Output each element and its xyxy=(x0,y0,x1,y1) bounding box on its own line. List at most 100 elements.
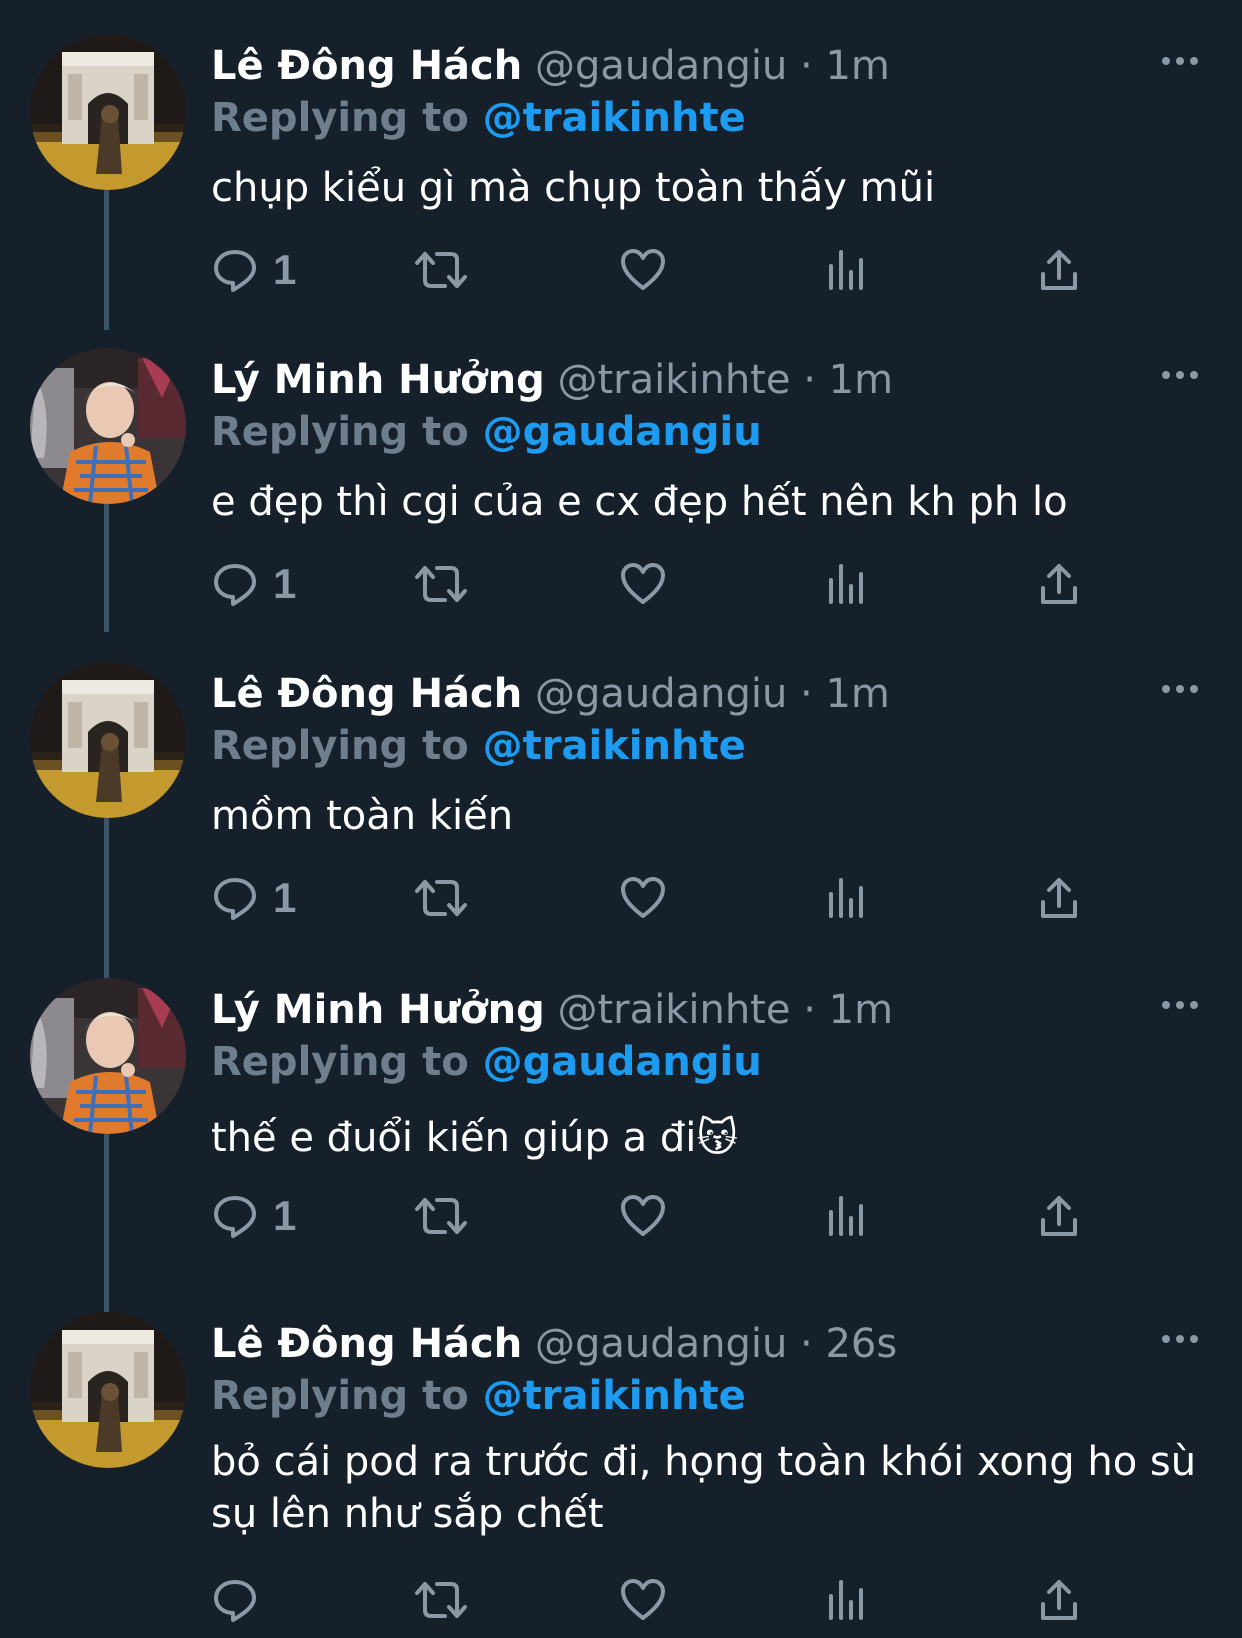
retweet-icon xyxy=(415,566,467,602)
avatar[interactable] xyxy=(30,34,186,190)
user-handle[interactable]: @gaudangiu xyxy=(535,1321,787,1367)
person-orange-jacket-photo xyxy=(30,978,186,1134)
more-horizontal-icon[interactable] xyxy=(1158,674,1202,704)
mention-link[interactable]: @traikinhte xyxy=(483,1373,746,1419)
replying-to: Replying to @traikinhte xyxy=(211,720,746,772)
retweet-icon xyxy=(415,880,467,916)
share-upload-icon xyxy=(1041,1196,1077,1236)
retweet-button[interactable] xyxy=(413,554,469,614)
tweet-text: chụp kiểu gì mà chụp toàn thấy mũi xyxy=(211,165,936,211)
views-button[interactable] xyxy=(827,554,867,614)
timestamp[interactable]: 1m xyxy=(825,43,889,89)
user-handle[interactable]: @traikinhte xyxy=(557,357,790,403)
heart-icon xyxy=(621,877,665,918)
tweet-text: e đẹp thì cgi của e cx đẹp hết nên kh ph… xyxy=(211,479,1068,525)
more-horizontal-icon[interactable] xyxy=(1158,990,1202,1020)
tweet-header: Lê Đông Hách @gaudangiu · 1m xyxy=(211,668,890,720)
retweet-button[interactable] xyxy=(413,1570,469,1630)
tweet[interactable]: Lê Đông Hách @gaudangiu · 1m Replying to… xyxy=(0,34,1242,324)
reply-button[interactable]: 1 xyxy=(211,240,296,300)
like-button[interactable] xyxy=(619,554,667,614)
retweet-button[interactable] xyxy=(413,240,469,300)
tweet-text: bỏ cái pod ra trước đi, họng toàn khói x… xyxy=(211,1439,1197,1537)
views-button[interactable] xyxy=(827,868,867,928)
share-button[interactable] xyxy=(1037,868,1081,928)
bar-chart-icon xyxy=(829,878,863,918)
views-button[interactable] xyxy=(827,1186,867,1246)
retweet-icon xyxy=(415,252,467,288)
arch-night-photo xyxy=(30,1312,186,1468)
user-handle[interactable]: @gaudangiu xyxy=(535,43,787,89)
bar-chart-icon xyxy=(829,564,863,604)
retweet-icon xyxy=(415,1198,467,1234)
action-bar xyxy=(211,1570,1091,1630)
share-button[interactable] xyxy=(1037,1570,1081,1630)
share-button[interactable] xyxy=(1037,240,1081,300)
replying-to-label: Replying to xyxy=(211,1039,469,1085)
timestamp[interactable]: 1m xyxy=(829,987,893,1033)
display-name[interactable]: Lý Minh Hưởng xyxy=(211,987,545,1033)
separator-dot: · xyxy=(800,671,813,717)
reply-button[interactable]: 1 xyxy=(211,1186,296,1246)
avatar[interactable] xyxy=(30,348,186,504)
display-name[interactable]: Lê Đông Hách xyxy=(211,1321,522,1367)
mention-link[interactable]: @traikinhte xyxy=(483,95,746,141)
person-orange-jacket-photo xyxy=(30,348,186,504)
replying-to: Replying to @traikinhte xyxy=(211,1370,746,1422)
timestamp[interactable]: 26s xyxy=(825,1321,897,1367)
display-name[interactable]: Lê Đông Hách xyxy=(211,671,522,717)
views-button[interactable] xyxy=(827,1570,867,1630)
retweet-button[interactable] xyxy=(413,868,469,928)
separator-dot: · xyxy=(800,43,813,89)
bar-chart-icon xyxy=(829,250,863,290)
reply-bubble-icon xyxy=(214,564,256,606)
more-horizontal-icon[interactable] xyxy=(1158,46,1202,76)
reply-bubble-icon xyxy=(214,878,256,920)
replying-to-label: Replying to xyxy=(211,1373,469,1419)
tweet[interactable]: Lý Minh Hưởng @traikinhte · 1m Replying … xyxy=(0,348,1242,638)
views-button[interactable] xyxy=(827,240,867,300)
mention-link[interactable]: @gaudangiu xyxy=(483,1039,762,1085)
tweet[interactable]: Lý Minh Hưởng @traikinhte · 1m Replying … xyxy=(0,978,1242,1278)
timestamp[interactable]: 1m xyxy=(825,671,889,717)
arch-night-photo xyxy=(30,34,186,190)
share-upload-icon xyxy=(1041,878,1077,918)
avatar[interactable] xyxy=(30,662,186,818)
more-horizontal-icon[interactable] xyxy=(1158,360,1202,390)
mention-link[interactable]: @traikinhte xyxy=(483,723,746,769)
mention-link[interactable]: @gaudangiu xyxy=(483,409,762,455)
retweet-button[interactable] xyxy=(413,1186,469,1246)
avatar[interactable] xyxy=(30,1312,186,1468)
timestamp[interactable]: 1m xyxy=(829,357,893,403)
like-button[interactable] xyxy=(619,868,667,928)
share-upload-icon xyxy=(1041,564,1077,604)
like-button[interactable] xyxy=(619,1570,667,1630)
reply-button[interactable] xyxy=(211,1570,273,1630)
action-bar: 1 xyxy=(211,554,1091,614)
reply-button[interactable]: 1 xyxy=(211,554,296,614)
separator-dot: · xyxy=(800,1321,813,1367)
separator-dot: · xyxy=(803,987,816,1033)
replying-to-label: Replying to xyxy=(211,409,469,455)
action-bar: 1 xyxy=(211,1186,1091,1246)
reply-count: 1 xyxy=(273,560,297,607)
replying-to-label: Replying to xyxy=(211,723,469,769)
user-handle[interactable]: @traikinhte xyxy=(557,987,790,1033)
reply-count: 1 xyxy=(273,874,297,921)
like-button[interactable] xyxy=(619,1186,667,1246)
like-button[interactable] xyxy=(619,240,667,300)
share-button[interactable] xyxy=(1037,1186,1081,1246)
share-button[interactable] xyxy=(1037,554,1081,614)
share-upload-icon xyxy=(1041,250,1077,290)
action-bar: 1 xyxy=(211,240,1091,300)
display-name[interactable]: Lê Đông Hách xyxy=(211,43,522,89)
action-bar: 1 xyxy=(211,868,1091,928)
tweet[interactable]: Lê Đông Hách @gaudangiu · 1m Replying to… xyxy=(0,662,1242,952)
tweet[interactable]: Lê Đông Hách @gaudangiu · 26s Replying t… xyxy=(0,1312,1242,1638)
replying-to-label: Replying to xyxy=(211,95,469,141)
display-name[interactable]: Lý Minh Hưởng xyxy=(211,357,545,403)
reply-button[interactable]: 1 xyxy=(211,868,296,928)
more-horizontal-icon[interactable] xyxy=(1158,1324,1202,1354)
avatar[interactable] xyxy=(30,978,186,1134)
user-handle[interactable]: @gaudangiu xyxy=(535,671,787,717)
